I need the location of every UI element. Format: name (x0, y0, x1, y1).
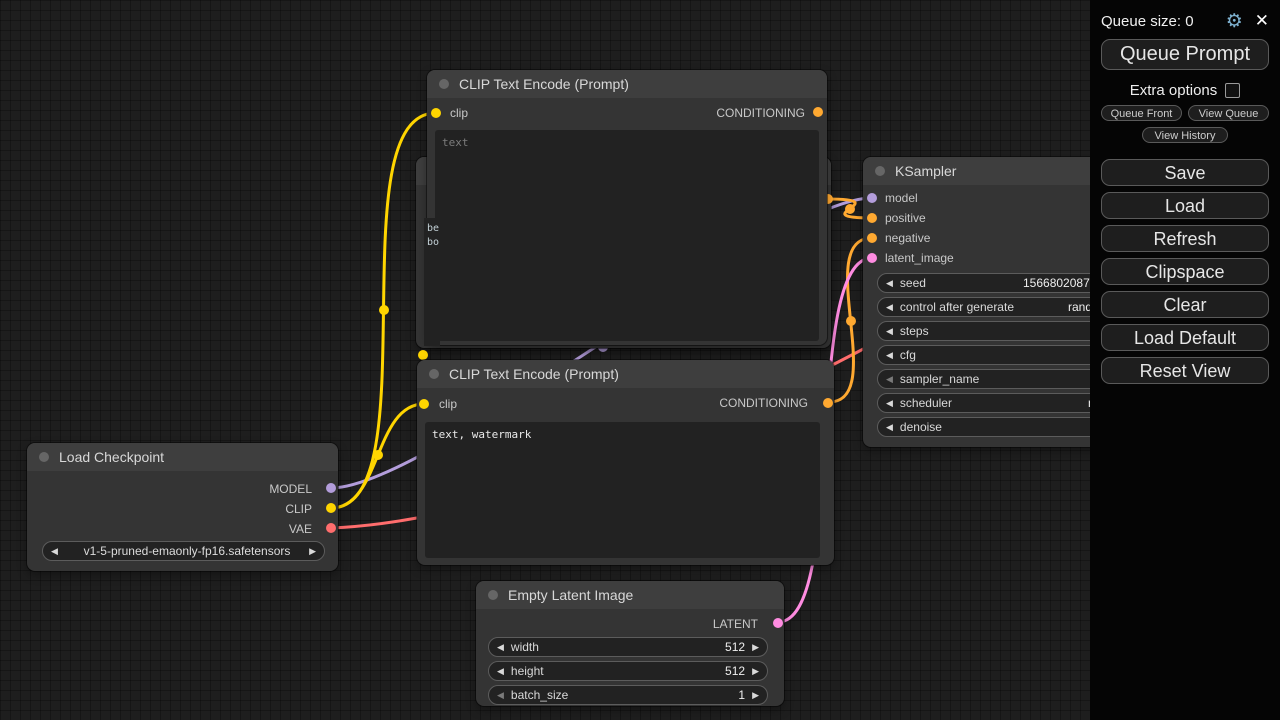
node-title-bar[interactable]: CLIP Text Encode (Prompt) (417, 360, 834, 388)
clip-input-dot[interactable] (419, 399, 429, 409)
node-title-bar[interactable]: CLIP Text Encode (Prompt) (427, 70, 827, 98)
extra-options-checkbox[interactable] (1225, 83, 1240, 98)
width-widget[interactable]: ◀ width 512 ▶ (488, 637, 768, 657)
refresh-button[interactable]: Refresh (1101, 225, 1269, 252)
clip-output-dot[interactable] (326, 503, 336, 513)
hidden-prompt-textarea-sliver[interactable]: be bo (424, 218, 440, 346)
close-icon[interactable]: ✕ (1255, 11, 1269, 31)
view-queue-button[interactable]: View Queue (1188, 105, 1269, 121)
increment-icon[interactable]: ▶ (752, 666, 759, 677)
latent-image-input-dot[interactable] (867, 253, 877, 263)
extra-options-label: Extra options (1130, 82, 1218, 99)
widget-label: control after generate (900, 300, 1014, 314)
widget-label: scheduler (900, 396, 952, 410)
widget-value: rand (1068, 300, 1092, 314)
clip-input-dot[interactable] (431, 108, 441, 118)
batch-size-widget[interactable]: ◀ batch_size 1 ▶ (488, 685, 768, 705)
widget-value: 512 (725, 640, 745, 654)
view-history-button[interactable]: View History (1142, 127, 1228, 143)
clip-input-dot[interactable] (418, 350, 428, 360)
clip-output-label: CLIP (285, 502, 312, 516)
save-button[interactable]: Save (1101, 159, 1269, 186)
model-input-label: model (885, 191, 918, 205)
increment-icon[interactable]: ▶ (752, 642, 759, 653)
increment-icon[interactable]: ▶ (752, 690, 759, 701)
reset-view-button[interactable]: Reset View (1101, 357, 1269, 384)
decrement-icon[interactable]: ◀ (886, 374, 893, 385)
node-title: CLIP Text Encode (Prompt) (459, 76, 629, 92)
positive-input-label: positive (885, 211, 926, 225)
decrement-icon[interactable]: ◀ (497, 642, 504, 653)
widget-label: width (511, 640, 539, 654)
node-title: KSampler (895, 163, 956, 179)
collapse-dot[interactable] (429, 369, 439, 379)
collapse-dot[interactable] (488, 590, 498, 600)
prompt-textarea[interactable]: text (435, 130, 819, 341)
node-load-checkpoint[interactable]: Load Checkpoint MODEL CLIP VAE ◀ v1-5-pr… (27, 443, 338, 571)
collapse-dot[interactable] (439, 79, 449, 89)
node-title: Load Checkpoint (59, 449, 164, 465)
widget-label: denoise (900, 420, 942, 434)
collapse-dot[interactable] (875, 166, 885, 176)
widget-label: height (511, 664, 544, 678)
collapse-dot[interactable] (39, 452, 49, 462)
conditioning-output-dot[interactable] (823, 398, 833, 408)
node-clip-text-encode-top[interactable]: CLIP Text Encode (Prompt) clip CONDITION… (427, 70, 827, 345)
model-input-dot[interactable] (867, 193, 877, 203)
negative-input-label: negative (885, 231, 930, 245)
model-output-label: MODEL (269, 482, 312, 496)
latent-output-dot[interactable] (773, 618, 783, 628)
decrement-icon[interactable]: ◀ (886, 302, 893, 313)
negative-input-dot[interactable] (867, 233, 877, 243)
clear-button[interactable]: Clear (1101, 291, 1269, 318)
conditioning-output-label: CONDITIONING (716, 106, 805, 120)
prompt-textarea[interactable]: text, watermark (425, 422, 820, 558)
clip-input-label: clip (439, 397, 457, 411)
widget-value: 1566802087 (1023, 276, 1090, 290)
ckpt-name-widget[interactable]: ◀ v1-5-pruned-emaonly-fp16.safetensors ▶ (42, 541, 325, 561)
prev-icon[interactable]: ◀ (51, 546, 58, 557)
decrement-icon[interactable]: ◀ (497, 690, 504, 701)
node-clip-text-encode-negative[interactable]: CLIP Text Encode (Prompt) clip CONDITION… (417, 360, 834, 565)
widget-label: seed (900, 276, 926, 290)
widget-value: v1-5-pruned-emaonly-fp16.safetensors (65, 544, 309, 558)
load-button[interactable]: Load (1101, 192, 1269, 219)
node-title: Empty Latent Image (508, 587, 633, 603)
widget-value: 512 (725, 664, 745, 678)
widget-label: sampler_name (900, 372, 979, 386)
clip-input-label: clip (450, 106, 468, 120)
vae-output-dot[interactable] (326, 523, 336, 533)
queue-prompt-button[interactable]: Queue Prompt (1101, 39, 1269, 70)
model-output-dot[interactable] (326, 483, 336, 493)
node-title: CLIP Text Encode (Prompt) (449, 366, 619, 382)
conditioning-output-label: CONDITIONING (719, 396, 808, 410)
load-default-button[interactable]: Load Default (1101, 324, 1269, 351)
widget-label: steps (900, 324, 929, 338)
widget-label: cfg (900, 348, 916, 362)
latent-image-input-label: latent_image (885, 251, 954, 265)
decrement-icon[interactable]: ◀ (497, 666, 504, 677)
settings-gear-icon[interactable]: ⚙ (1226, 12, 1243, 31)
queue-front-button[interactable]: Queue Front (1101, 105, 1182, 121)
node-title-bar[interactable]: Empty Latent Image (476, 581, 784, 609)
widget-label: batch_size (511, 688, 568, 702)
decrement-icon[interactable]: ◀ (886, 278, 893, 289)
comfy-menu-panel: Queue size: 0 ⚙ ✕ Queue Prompt Extra opt… (1090, 0, 1280, 720)
latent-output-label: LATENT (713, 617, 758, 631)
queue-size-label: Queue size: 0 (1101, 13, 1226, 30)
node-title-bar[interactable]: Load Checkpoint (27, 443, 338, 471)
decrement-icon[interactable]: ◀ (886, 326, 893, 337)
node-empty-latent-image[interactable]: Empty Latent Image LATENT ◀ width 512 ▶ … (476, 581, 784, 706)
decrement-icon[interactable]: ◀ (886, 350, 893, 361)
decrement-icon[interactable]: ◀ (886, 422, 893, 433)
vae-output-label: VAE (289, 522, 312, 536)
widget-value: 1 (738, 688, 745, 702)
decrement-icon[interactable]: ◀ (886, 398, 893, 409)
height-widget[interactable]: ◀ height 512 ▶ (488, 661, 768, 681)
clipspace-button[interactable]: Clipspace (1101, 258, 1269, 285)
next-icon[interactable]: ▶ (309, 546, 316, 557)
positive-input-dot[interactable] (867, 213, 877, 223)
conditioning-output-dot[interactable] (813, 107, 823, 117)
